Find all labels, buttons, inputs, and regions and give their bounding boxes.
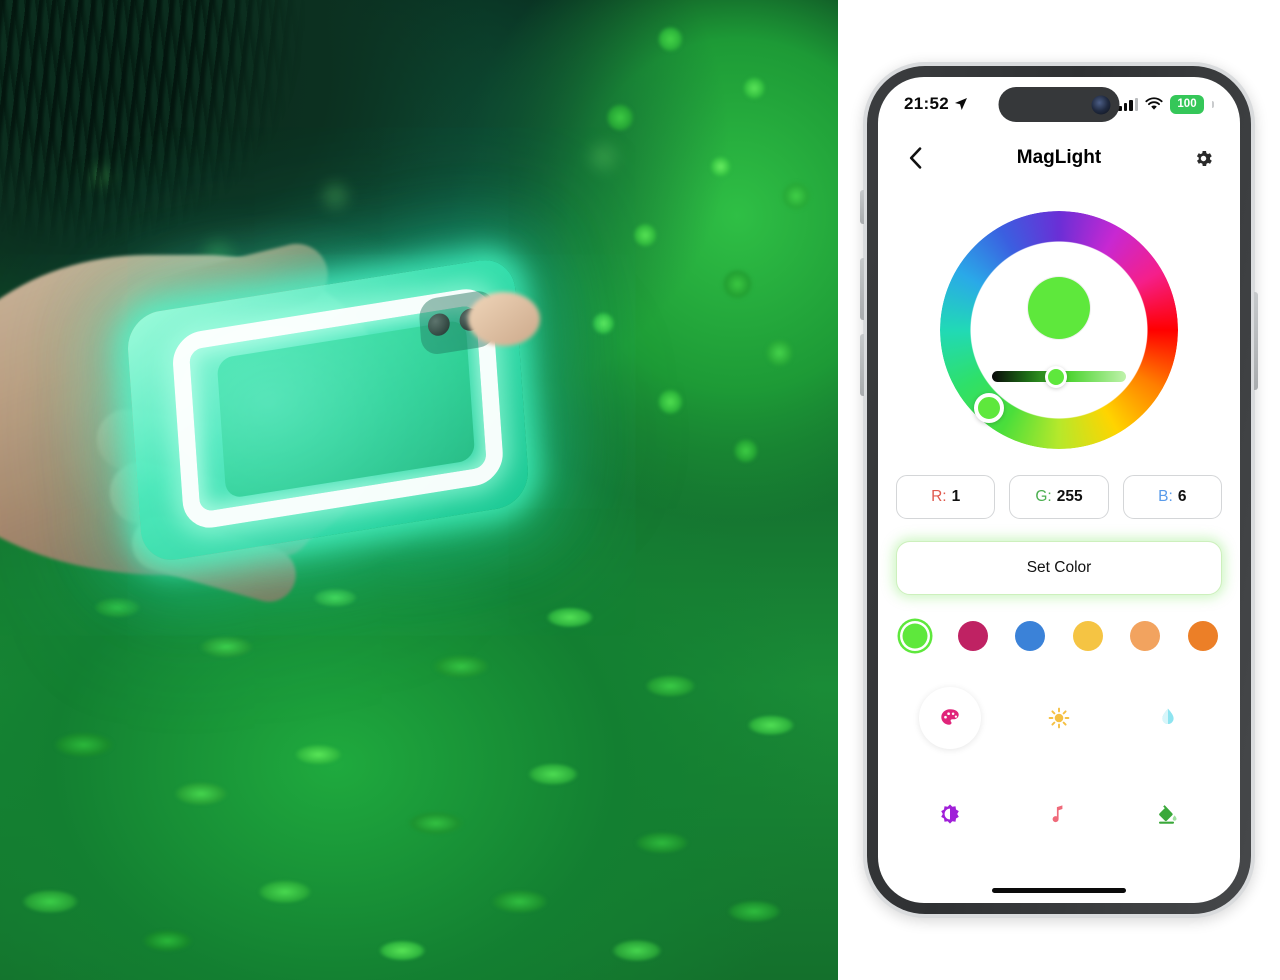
palette-icon xyxy=(941,709,960,725)
color-wheel[interactable] xyxy=(940,211,1178,449)
wifi-icon xyxy=(1145,97,1163,110)
blue-value: 6 xyxy=(1177,488,1187,505)
volume-down-button[interactable] xyxy=(860,334,864,396)
status-bar: 21:52 100 xyxy=(878,77,1240,131)
battery-tip xyxy=(1212,100,1214,108)
gear-icon xyxy=(1196,150,1212,166)
dynamic-island xyxy=(998,87,1120,122)
ambient-green-glow xyxy=(0,0,838,980)
front-camera-icon xyxy=(1091,95,1111,114)
mode-fill[interactable] xyxy=(1137,783,1199,845)
volume-up-button[interactable] xyxy=(860,258,864,320)
home-indicator xyxy=(992,888,1126,893)
preset-light-orange[interactable] xyxy=(1130,621,1161,651)
red-value-field[interactable]: R: 1 xyxy=(896,475,996,519)
navigation-bar: MagLight xyxy=(878,131,1240,185)
rgb-inputs: R: 1 G: 255 B: 6 xyxy=(878,475,1240,519)
color-preview-swatch xyxy=(1028,277,1090,339)
mode-contrast[interactable] xyxy=(919,783,981,845)
back-button[interactable] xyxy=(900,143,930,173)
preset-magenta[interactable] xyxy=(957,621,988,651)
product-photo xyxy=(0,0,838,980)
mode-saturation[interactable] xyxy=(1137,687,1199,749)
power-button[interactable] xyxy=(1254,292,1258,390)
silent-switch[interactable] xyxy=(860,190,864,224)
music-note-icon xyxy=(1052,805,1063,823)
cellular-bars-icon xyxy=(1118,97,1138,111)
phone-screen: 21:52 100 MagLight R: 1 G: 255 B: 6 Set … xyxy=(878,77,1240,903)
mode-brightness[interactable] xyxy=(1028,687,1090,749)
green-value-field[interactable]: G: 255 xyxy=(1009,475,1109,519)
preset-yellow[interactable] xyxy=(1072,621,1103,651)
water-drop-icon xyxy=(1162,708,1174,724)
preset-color-row xyxy=(900,621,1218,651)
status-time: 21:52 xyxy=(904,94,949,113)
preset-orange[interactable] xyxy=(1187,621,1218,651)
status-time-group: 21:52 xyxy=(904,94,967,114)
chevron-left-icon xyxy=(909,147,921,169)
location-arrow-icon xyxy=(954,98,967,110)
contrast-icon xyxy=(941,804,960,824)
blue-label: B: xyxy=(1158,488,1173,505)
screenshot-root: 21:52 100 MagLight R: 1 G: 255 B: 6 Set … xyxy=(0,0,1280,980)
brightness-slider-thumb[interactable] xyxy=(1045,365,1068,388)
set-color-button[interactable]: Set Color xyxy=(896,541,1222,595)
red-value: 1 xyxy=(951,488,961,505)
green-label: G: xyxy=(1035,488,1052,505)
sun-icon xyxy=(1048,707,1070,729)
mode-palette[interactable] xyxy=(919,687,982,749)
mode-music[interactable] xyxy=(1028,783,1090,845)
app-screenshot-pane: 21:52 100 MagLight R: 1 G: 255 B: 6 Set … xyxy=(838,0,1280,980)
mode-selector-grid xyxy=(896,687,1222,845)
blue-value-field[interactable]: B: 6 xyxy=(1122,475,1222,519)
phone-device-frame: 21:52 100 MagLight R: 1 G: 255 B: 6 Set … xyxy=(860,62,1258,918)
hue-handle[interactable] xyxy=(974,393,1004,423)
preset-blue[interactable] xyxy=(1015,621,1046,651)
red-label: R: xyxy=(931,488,947,505)
battery-level-badge: 100 xyxy=(1170,94,1204,114)
page-title: MagLight xyxy=(1016,147,1102,168)
paint-bucket-icon xyxy=(1158,805,1177,824)
brightness-slider[interactable] xyxy=(992,365,1126,388)
settings-button[interactable] xyxy=(1188,143,1218,173)
green-value: 255 xyxy=(1056,488,1083,505)
status-indicators: 100 xyxy=(1118,94,1214,114)
preset-green[interactable] xyxy=(900,621,930,651)
